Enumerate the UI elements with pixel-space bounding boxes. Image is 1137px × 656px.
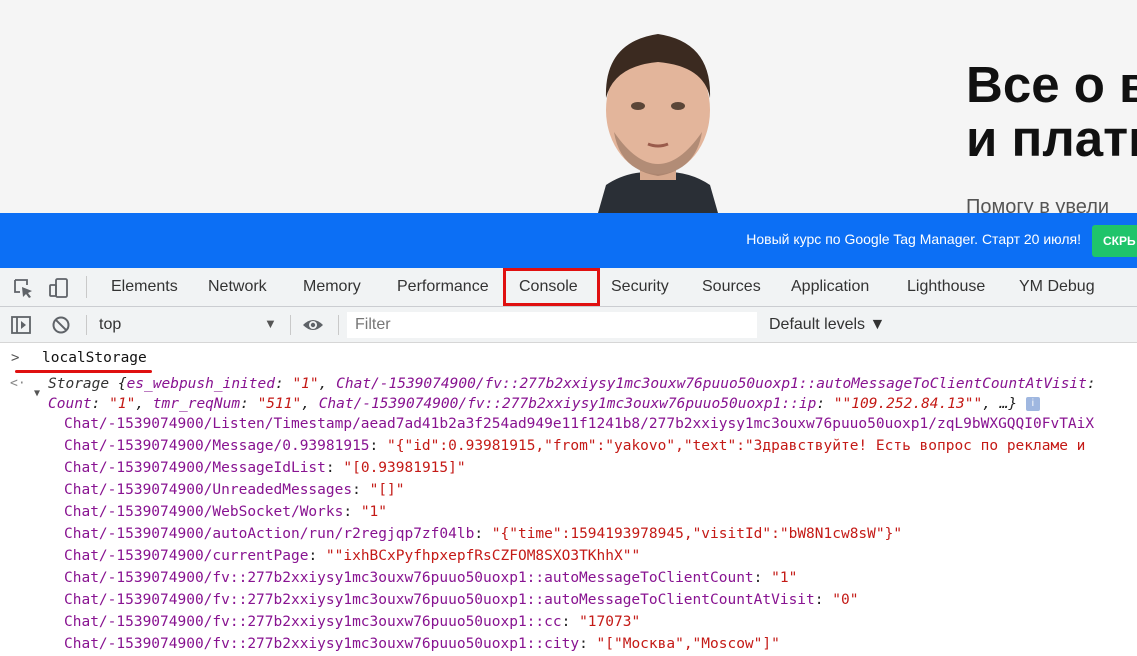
storage-entry[interactable]: Chat/-1539074900/WebSocket/Works: "1"	[64, 504, 387, 520]
website-area: Все о в и платн Помогу в увели	[0, 0, 1137, 213]
storage-summary-line2[interactable]: Count: "1", tmr_reqNum: "511", Chat/-153…	[48, 396, 1040, 412]
sidebar-toggle-icon[interactable]	[10, 314, 32, 336]
tab-sources[interactable]: Sources	[702, 268, 761, 306]
storage-entry[interactable]: Chat/-1539074900/fv::277b2xxiysy1mc3ouxw…	[64, 636, 780, 652]
storage-entry[interactable]: Chat/-1539074900/autoAction/run/r2regjqp…	[64, 526, 902, 542]
tab-ym-debug[interactable]: YM Debug	[1019, 268, 1095, 306]
info-icon[interactable]: i	[1025, 397, 1040, 411]
promo-banner: Новый курс по Google Tag Manager. Старт …	[0, 213, 1137, 268]
storage-entry[interactable]: Chat/-1539074900/MessageIdList: "[0.9398…	[64, 460, 466, 476]
tab-security[interactable]: Security	[611, 268, 669, 306]
page-headline: Все о в и платн	[966, 56, 1137, 167]
clear-console-icon[interactable]	[50, 314, 72, 336]
page-subheadline: Помогу в увели	[966, 196, 1110, 213]
inspect-icon[interactable]	[12, 277, 34, 299]
person-photo	[588, 20, 728, 213]
storage-entry[interactable]: Chat/-1539074900/Message/0.93981915: "{"…	[64, 438, 1085, 454]
tab-lighthouse[interactable]: Lighthouse	[907, 268, 985, 306]
expand-caret-icon[interactable]: ▼	[34, 388, 40, 399]
tab-network[interactable]: Network	[208, 268, 267, 306]
promo-text: Новый курс по Google Tag Manager. Старт …	[746, 231, 1081, 247]
storage-entry[interactable]: Chat/-1539074900/fv::277b2xxiysy1mc3ouxw…	[64, 592, 858, 608]
storage-entry[interactable]: Chat/-1539074900/fv::277b2xxiysy1mc3ouxw…	[64, 570, 797, 586]
return-value-icon: <·	[10, 376, 26, 391]
storage-entry[interactable]: Chat/-1539074900/UnreadedMessages: "[]"	[64, 482, 404, 498]
tab-elements[interactable]: Elements	[111, 268, 178, 306]
highlight-underline	[15, 370, 152, 373]
storage-entry[interactable]: Chat/-1539074900/Listen/Timestamp/aead7a…	[64, 416, 1094, 432]
storage-entry[interactable]: Chat/-1539074900/fv::277b2xxiysy1mc3ouxw…	[64, 614, 640, 630]
device-toggle-icon[interactable]	[48, 277, 70, 299]
tab-application[interactable]: Application	[791, 268, 869, 306]
context-dropdown-icon[interactable]: ▼	[264, 316, 277, 331]
tab-performance[interactable]: Performance	[397, 268, 489, 306]
storage-entry[interactable]: Chat/-1539074900/currentPage: ""ixhBCxPy…	[64, 548, 640, 564]
context-selector[interactable]: top	[99, 316, 121, 334]
devtools-tab-bar: Elements Network Memory Performance Cons…	[0, 268, 1137, 307]
log-levels-dropdown[interactable]: Default levels ▼	[769, 316, 885, 334]
console-output[interactable]: > localStorage <· ▼ Storage {es_webpush_…	[0, 343, 1137, 656]
eye-icon[interactable]	[302, 314, 324, 336]
tab-memory[interactable]: Memory	[303, 268, 361, 306]
console-toolbar: top ▼ Default levels ▼	[0, 307, 1137, 343]
storage-summary-line1[interactable]: Storage {es_webpush_inited: "1", Chat/-1…	[48, 376, 1096, 392]
filter-input[interactable]	[347, 312, 757, 338]
prompt-chevron-icon: >	[11, 350, 20, 366]
promo-button[interactable]: СКРЬ	[1092, 225, 1137, 257]
console-input-line: localStorage	[42, 350, 147, 366]
tab-console[interactable]: Console	[503, 268, 600, 306]
